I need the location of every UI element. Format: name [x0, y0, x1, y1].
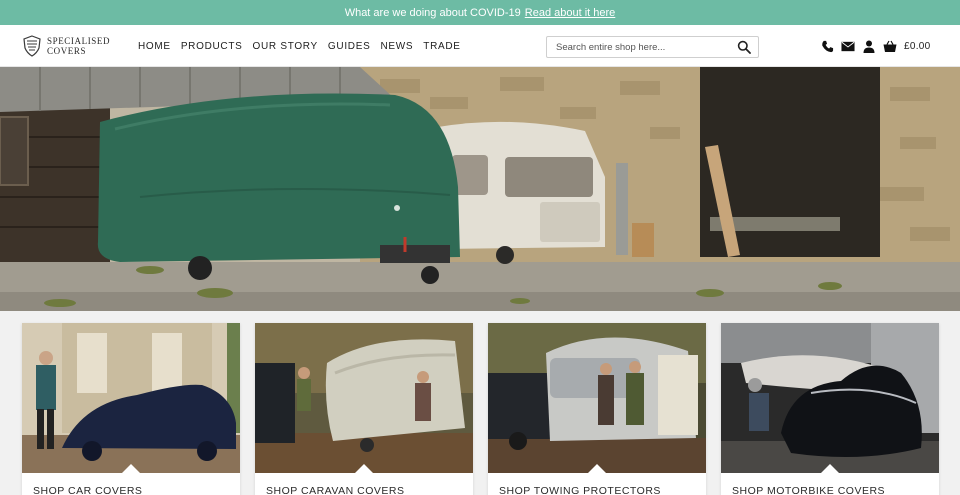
phone-icon[interactable] [820, 39, 834, 53]
search-icon[interactable] [737, 40, 751, 54]
account-icon[interactable] [862, 39, 876, 53]
card-pointer [354, 464, 374, 474]
category-image-caravan [255, 323, 473, 473]
logo-text: SPECIALISED COVERS [47, 36, 110, 56]
card-pointer [587, 464, 607, 474]
announcement-link[interactable]: Read about it here [525, 7, 616, 19]
category-image-motorbike [721, 323, 939, 473]
nav-item-trade[interactable]: TRADE [423, 41, 460, 52]
nav-item-our-story[interactable]: OUR STORY [253, 41, 318, 52]
main-nav: HOME PRODUCTS OUR STORY GUIDES NEWS TRAD… [138, 25, 471, 67]
shield-crest-icon [23, 35, 41, 57]
utility-icons: £0.00 [820, 37, 931, 55]
category-card-motorbike[interactable]: SHOP MOTORBIKE COVERS [721, 323, 939, 495]
card-pointer [820, 464, 840, 474]
card-pointer [121, 464, 141, 474]
category-card-car[interactable]: SHOP CAR COVERS [22, 323, 240, 495]
announcement-text: What are we doing about COVID-19 [344, 6, 521, 19]
category-card-caravan[interactable]: SHOP CARAVAN COVERS [255, 323, 473, 495]
mail-icon[interactable] [841, 39, 855, 53]
cart-total[interactable]: £0.00 [904, 41, 931, 52]
cart-icon[interactable] [883, 39, 897, 53]
category-label-towing: SHOP TOWING PROTECTORS [499, 485, 661, 495]
category-card-towing[interactable]: SHOP TOWING PROTECTORS [488, 323, 706, 495]
site-logo[interactable]: SPECIALISED COVERS [22, 34, 110, 58]
announcement-bar: What are we doing about COVID-19 Read ab… [0, 0, 960, 25]
search-input[interactable] [556, 40, 736, 55]
category-label-car: SHOP CAR COVERS [33, 485, 143, 495]
category-cards: SHOP CAR COVERS SHOP CARAVAN COVERS SHOP… [0, 311, 960, 495]
hero-banner[interactable] [0, 67, 960, 311]
logo-line-2: COVERS [47, 46, 87, 56]
nav-item-home[interactable]: HOME [138, 41, 171, 52]
category-image-towing [488, 323, 706, 473]
search-box [546, 36, 759, 58]
category-image-car [22, 323, 240, 473]
nav-item-guides[interactable]: GUIDES [328, 41, 371, 52]
nav-item-products[interactable]: PRODUCTS [181, 41, 243, 52]
category-label-motorbike: SHOP MOTORBIKE COVERS [732, 485, 886, 495]
hero-image [0, 67, 960, 311]
site-header: SPECIALISED COVERS HOME PRODUCTS OUR STO… [0, 25, 960, 67]
category-label-caravan: SHOP CARAVAN COVERS [266, 485, 405, 495]
nav-item-news[interactable]: NEWS [380, 41, 413, 52]
logo-line-1: SPECIALISED [47, 36, 111, 46]
